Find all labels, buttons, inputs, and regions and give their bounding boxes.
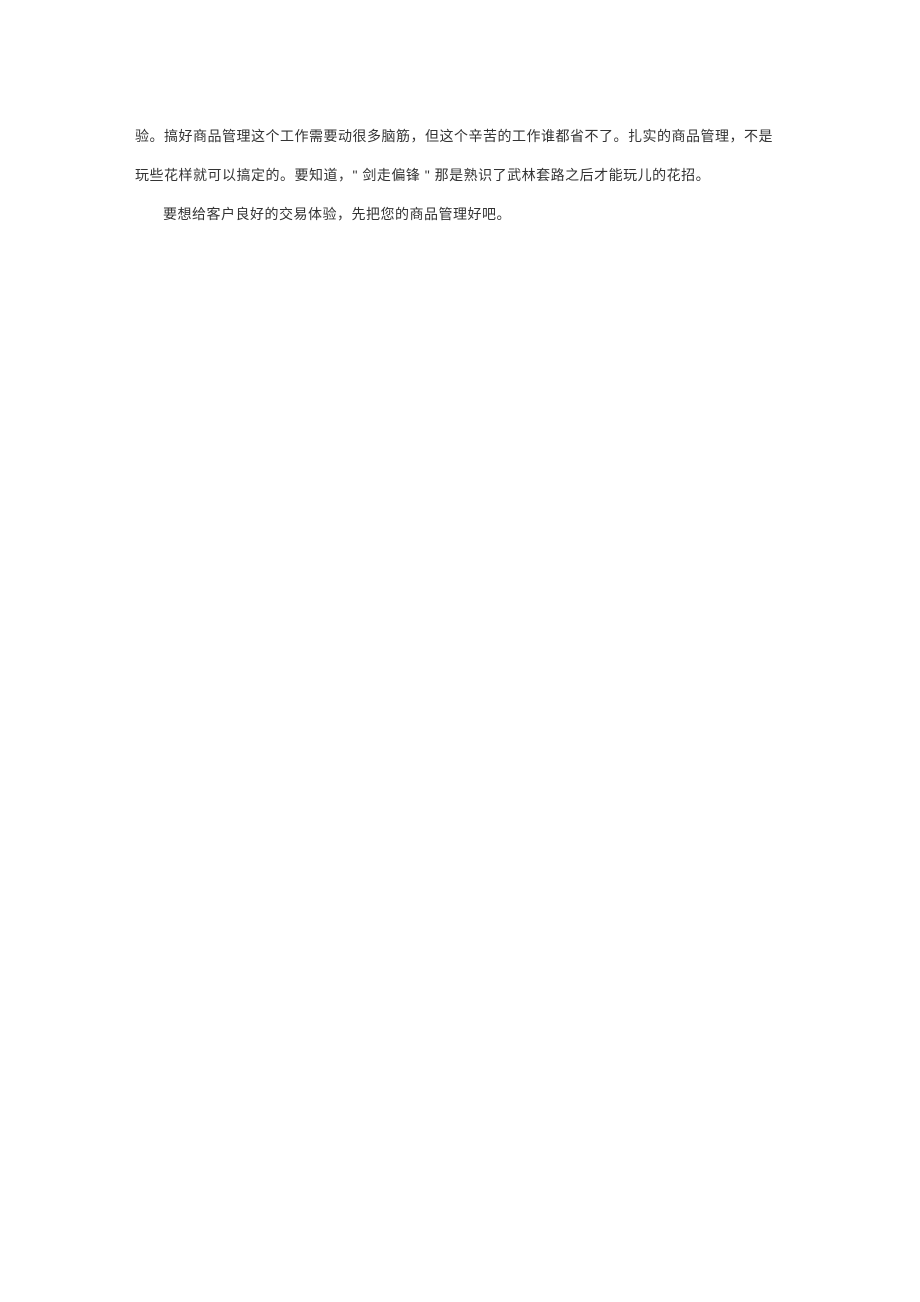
body-paragraph-1: 验。搞好商品管理这个工作需要动很多脑筋，但这个辛苦的工作谁都省不了。扎实的商品管… xyxy=(135,117,785,195)
body-paragraph-2: 要想给客户良好的交易体验，先把您的商品管理好吧。 xyxy=(135,195,785,234)
